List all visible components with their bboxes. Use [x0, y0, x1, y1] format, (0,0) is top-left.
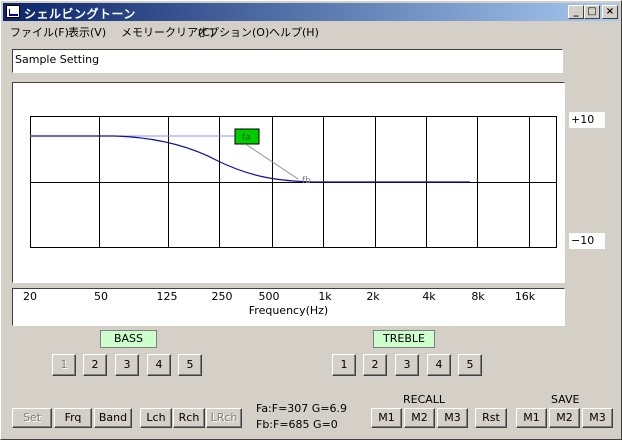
- set-button[interactable]: Set: [12, 408, 52, 428]
- menu-view[interactable]: 表示(V): [68, 24, 106, 40]
- freq-tick: 16k: [514, 290, 536, 303]
- app-icon[interactable]: [6, 5, 20, 18]
- freq-tick: 4k: [422, 290, 436, 303]
- freq-tick: 250: [211, 290, 233, 303]
- treble-preset-4-button[interactable]: 4: [427, 354, 451, 376]
- freq-tick: 2k: [366, 290, 380, 303]
- recall-label: RECALL: [403, 393, 446, 406]
- treble-label: TREBLE: [373, 330, 435, 348]
- fb-marker[interactable]: fb: [302, 176, 311, 186]
- window-title: シェルビングトーン: [24, 7, 136, 21]
- frequency-axis-label: Frequency(Hz): [248, 304, 329, 317]
- scale-top-label: +10: [569, 112, 605, 128]
- treble-preset-3-button[interactable]: 3: [395, 354, 419, 376]
- eq-graph[interactable]: fa fb: [12, 82, 565, 283]
- lrch-button[interactable]: LRch: [206, 408, 242, 428]
- frq-button[interactable]: Frq: [54, 408, 92, 428]
- bass-label: BASS: [100, 330, 157, 348]
- scale-bottom-label: −10: [569, 233, 605, 249]
- close-button[interactable]: ×: [602, 5, 618, 19]
- fa-marker-label: fa: [242, 133, 251, 143]
- reset-button[interactable]: Rst: [475, 408, 507, 428]
- minimize-button[interactable]: _: [568, 5, 584, 19]
- freq-tick: 50: [94, 290, 108, 303]
- treble-preset-1-button[interactable]: 1: [332, 354, 356, 376]
- freq-tick: 8k: [471, 290, 485, 303]
- freq-tick: 125: [156, 290, 178, 303]
- eq-graph-canvas: fa fb: [30, 116, 557, 248]
- fa-info-readout: Fa:F=307 G=6.9: [256, 402, 348, 415]
- menu-options[interactable]: オプション(O): [197, 24, 269, 40]
- recall-m3-button[interactable]: M3: [437, 408, 468, 428]
- band-button[interactable]: Band: [94, 408, 132, 428]
- fb-info-readout: Fb:F=685 G=0: [256, 418, 338, 431]
- menu-file[interactable]: ファイル(F): [10, 24, 69, 40]
- bass-preset-3-button[interactable]: 3: [115, 354, 139, 376]
- frequency-axis-panel: 20 50 125 250 500 1k 2k 4k 8k 16k Freque…: [12, 288, 565, 326]
- bass-preset-4-button[interactable]: 4: [147, 354, 171, 376]
- rch-button[interactable]: Rch: [173, 408, 205, 428]
- freq-tick: 1k: [318, 290, 332, 303]
- bass-preset-5-button[interactable]: 5: [178, 354, 202, 376]
- lch-button[interactable]: Lch: [140, 408, 172, 428]
- bass-preset-2-button[interactable]: 2: [83, 354, 107, 376]
- treble-preset-2-button[interactable]: 2: [363, 354, 387, 376]
- recall-m1-button[interactable]: M1: [371, 408, 402, 428]
- save-m2-button[interactable]: M2: [549, 408, 580, 428]
- menu-help[interactable]: ヘルプ(H): [269, 24, 319, 40]
- title-bar[interactable]: シェルビングトーン _ □ ×: [3, 3, 619, 21]
- treble-preset-5-button[interactable]: 5: [458, 354, 482, 376]
- recall-m2-button[interactable]: M2: [404, 408, 435, 428]
- maximize-button[interactable]: □: [584, 5, 600, 19]
- menu-bar: ファイル(F) 表示(V) メモリークリア(C) オプション(O) ヘルプ(H): [3, 22, 619, 40]
- setting-name-field[interactable]: Sample Setting: [12, 49, 563, 73]
- save-label: SAVE: [551, 393, 580, 406]
- bass-preset-1-button[interactable]: 1: [52, 354, 76, 376]
- save-m1-button[interactable]: M1: [516, 408, 547, 428]
- freq-tick: 500: [258, 290, 280, 303]
- freq-tick: 20: [23, 290, 37, 303]
- main-window: シェルビングトーン _ □ × ファイル(F) 表示(V) メモリークリア(C)…: [0, 0, 622, 440]
- save-m3-button[interactable]: M3: [582, 408, 613, 428]
